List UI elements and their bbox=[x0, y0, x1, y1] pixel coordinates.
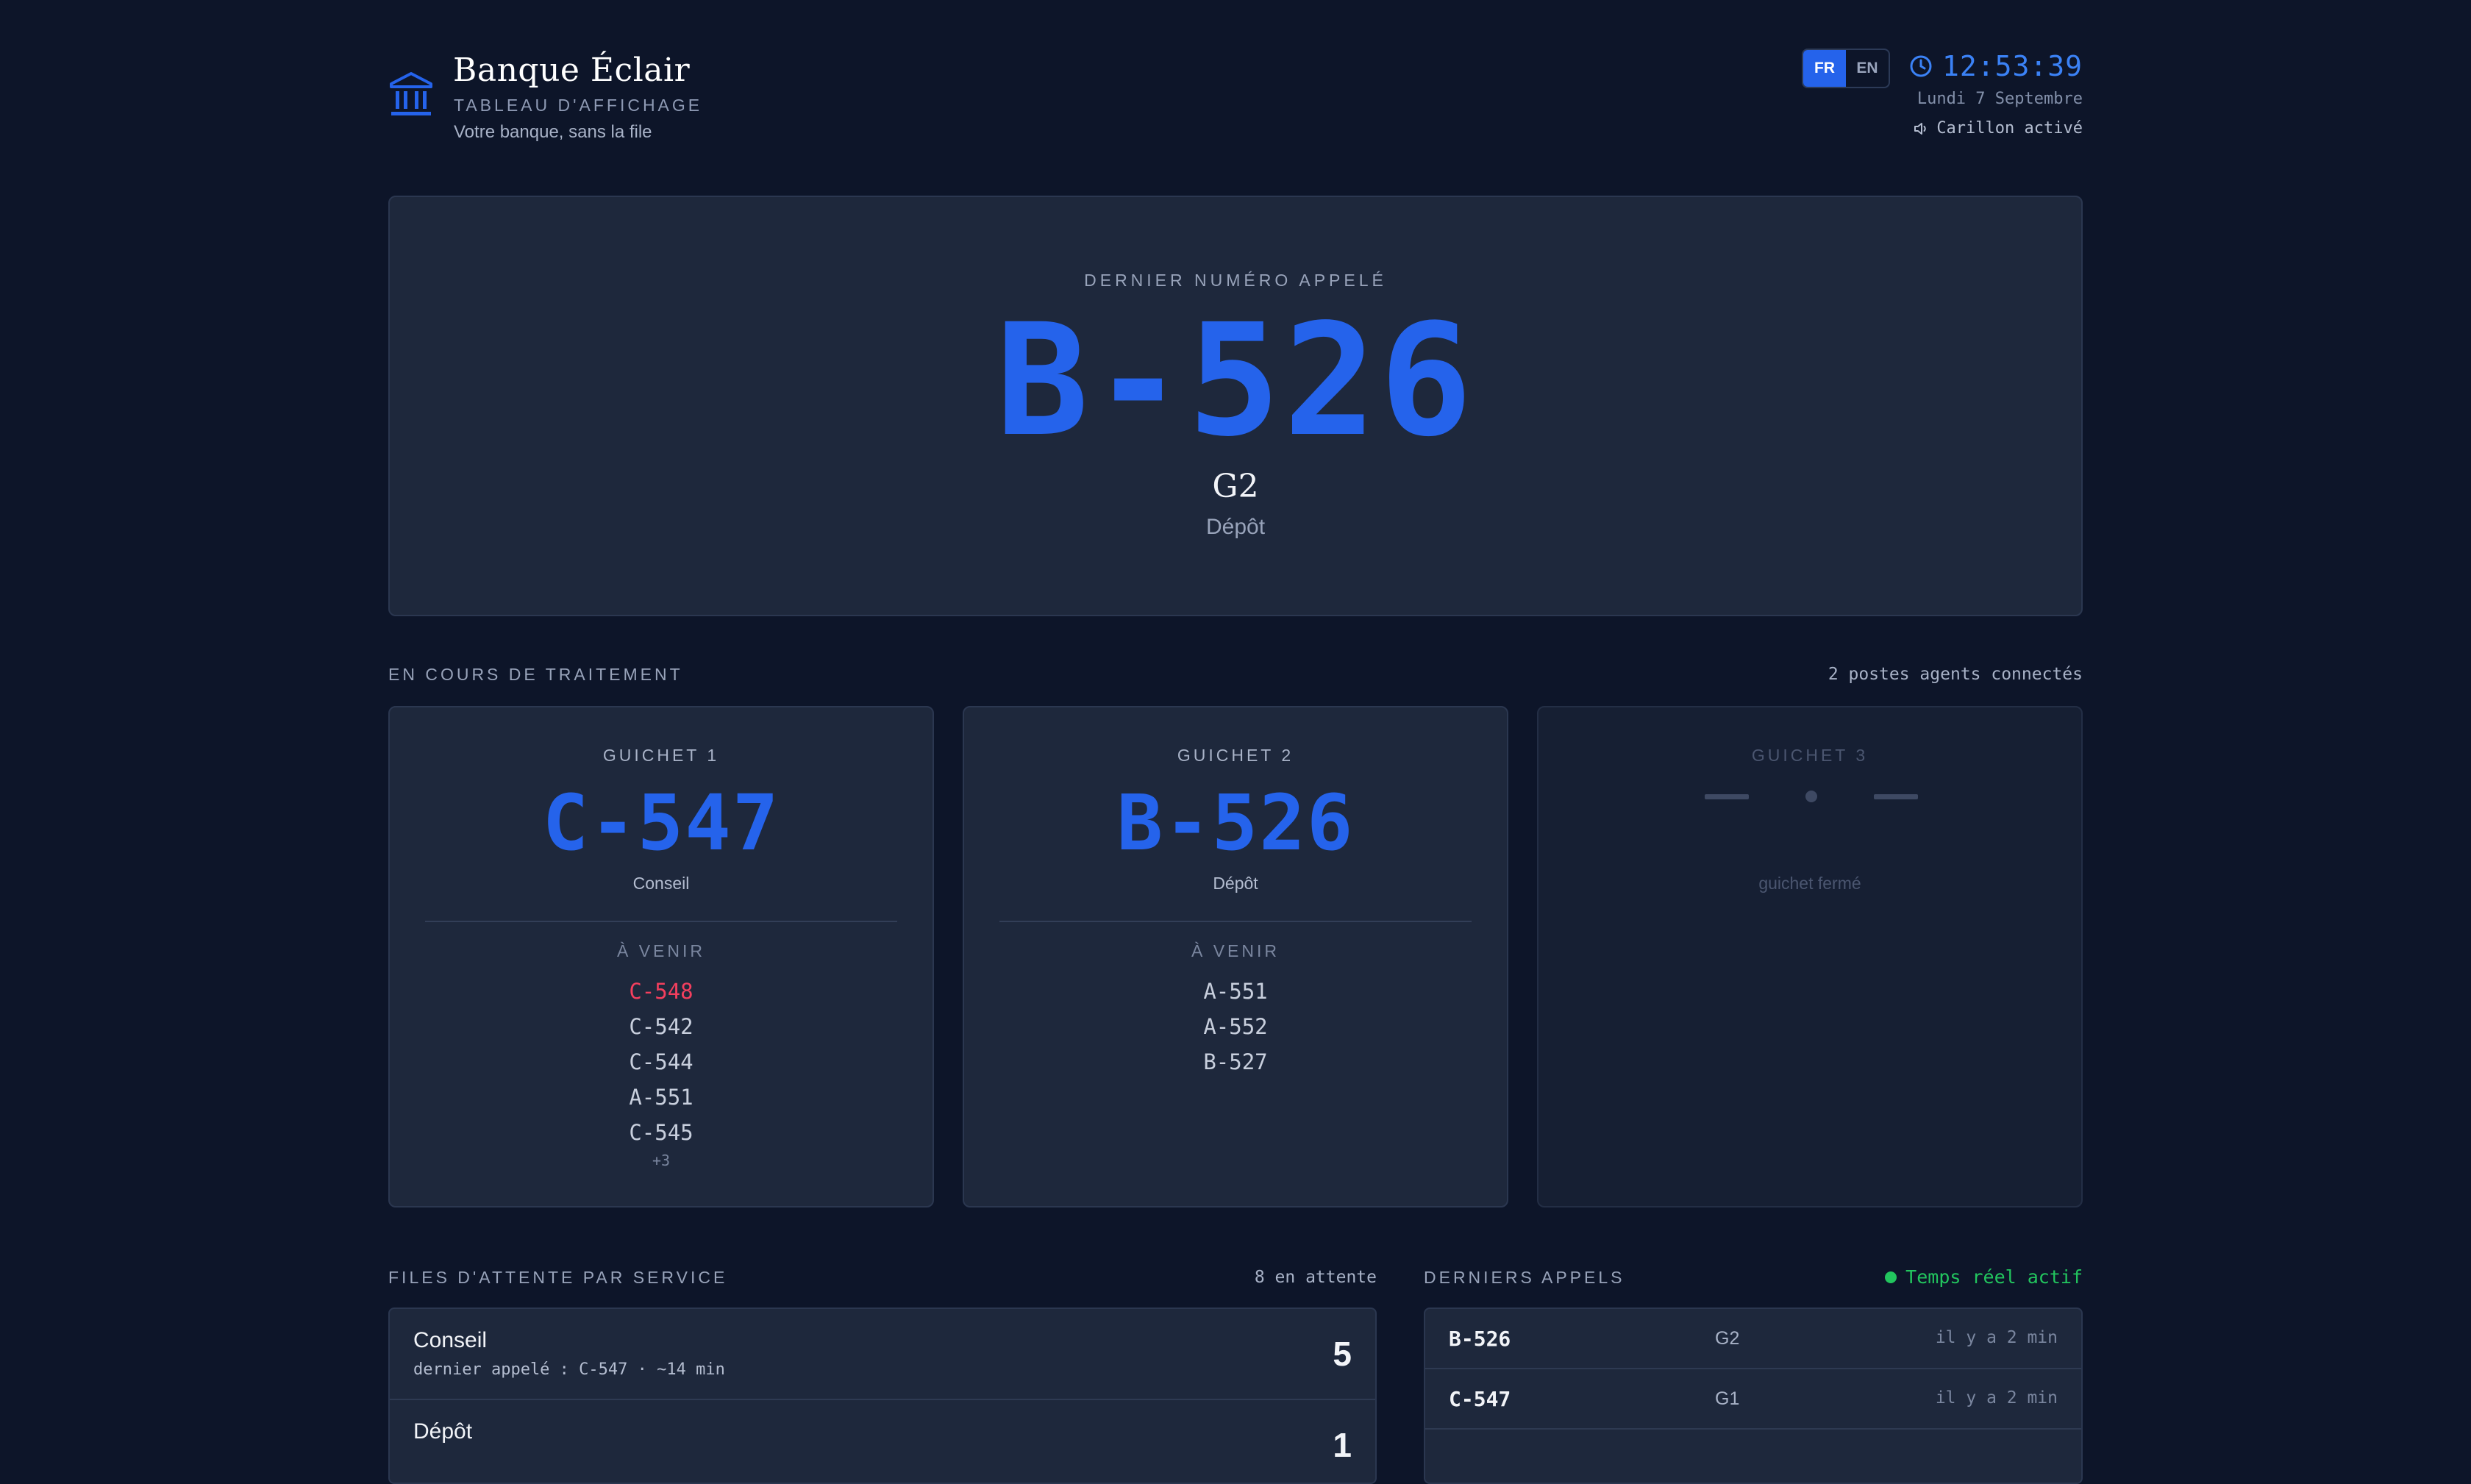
call-time: il y a 2 min bbox=[1935, 1328, 2058, 1347]
call-counter: G2 bbox=[1715, 1328, 1740, 1349]
last-called-service: Dépôt bbox=[1205, 515, 1266, 539]
call-number: C-547 bbox=[1449, 1387, 1511, 1411]
last-called-panel: DERNIER NUMÉRO APPELÉ B-526 G2 Dépôt bbox=[388, 196, 2083, 616]
counter-service: Dépôt bbox=[1213, 874, 1258, 893]
upcoming-ticket: A-552 bbox=[1203, 1014, 1268, 1039]
call-row bbox=[1425, 1430, 2081, 1483]
upcoming-ticket: C-548 bbox=[629, 979, 693, 1004]
counter-label: GUICHET 2 bbox=[1177, 746, 1294, 765]
upcoming-ticket: B-527 bbox=[1203, 1049, 1268, 1074]
last-called-counter: G2 bbox=[1212, 468, 1259, 505]
queue-service-name: Conseil bbox=[413, 1328, 488, 1352]
call-number: B-526 bbox=[1449, 1327, 1511, 1351]
upcoming-ticket: A-551 bbox=[629, 1085, 693, 1110]
brand-subtitle: TABLEAU D'AFFICHAGE bbox=[454, 96, 703, 115]
queue-meta: dernier appelé : C-547 · ~14 min bbox=[413, 1360, 725, 1379]
call-row: B-526 G2 il y a 2 min bbox=[1425, 1309, 2081, 1369]
queues-panel: Conseil dernier appelé : C-547 · ~14 min… bbox=[388, 1308, 1377, 1484]
language-en-button[interactable]: EN bbox=[1846, 50, 1889, 87]
divider bbox=[425, 921, 897, 922]
clock-time: 12:53:39 bbox=[1942, 50, 2083, 82]
queue-row: Dépôt 1 bbox=[390, 1400, 1375, 1483]
counter-current-number: C-547 bbox=[542, 778, 780, 868]
agents-connected: 2 postes agents connectés bbox=[1828, 665, 2083, 684]
language-switch: FR EN bbox=[1802, 49, 1890, 88]
upcoming-ticket: C-544 bbox=[629, 1049, 693, 1074]
language-fr-button[interactable]: FR bbox=[1803, 50, 1846, 87]
counter-label: GUICHET 1 bbox=[602, 746, 720, 765]
chime-toggle[interactable]: Carillon activé bbox=[1913, 119, 2083, 138]
counter-current-number: B-526 bbox=[1116, 778, 1355, 868]
last-called-number: B-526 bbox=[995, 290, 1476, 471]
live-dot-icon bbox=[1885, 1271, 1897, 1283]
upcoming-ticket: C-545 bbox=[629, 1120, 693, 1145]
queue-count: 5 bbox=[1333, 1335, 1352, 1373]
chime-label: Carillon activé bbox=[1936, 119, 2083, 138]
call-row: C-547 G1 il y a 2 min bbox=[1425, 1369, 2081, 1430]
queue-count: 1 bbox=[1333, 1426, 1352, 1464]
upcoming-ticket: C-542 bbox=[629, 1014, 693, 1039]
call-counter: G1 bbox=[1715, 1388, 1740, 1409]
live-label: Temps réel actif bbox=[1905, 1266, 2083, 1288]
counter-label: GUICHET 3 bbox=[1751, 746, 1869, 765]
clock: 12:53:39 bbox=[1908, 50, 2083, 82]
brand-tagline: Votre banque, sans la file bbox=[454, 122, 652, 142]
call-time: il y a 2 min bbox=[1935, 1388, 2058, 1408]
counter-service: Conseil bbox=[632, 874, 690, 893]
last-called-label: DERNIER NUMÉRO APPELÉ bbox=[1084, 271, 1387, 290]
brand-title: Banque Éclair bbox=[453, 51, 691, 89]
queues-total: 8 en attente bbox=[1254, 1268, 1377, 1287]
bank-icon bbox=[390, 72, 432, 115]
live-indicator: Temps réel actif bbox=[1885, 1266, 2083, 1288]
closed-placeholder-icon bbox=[1705, 791, 1918, 802]
upcoming-label: À VENIR bbox=[616, 941, 706, 960]
processing-section-label: EN COURS DE TRAITEMENT bbox=[388, 665, 683, 684]
upcoming-list: C-548 C-542 C-544 A-551 C-545 +3 bbox=[390, 974, 933, 1169]
upcoming-ticket: A-551 bbox=[1203, 979, 1268, 1004]
queue-row: Conseil dernier appelé : C-547 · ~14 min… bbox=[390, 1309, 1375, 1400]
speaker-icon bbox=[1914, 122, 1927, 135]
counter-card-2: GUICHET 2 B-526 Dépôt À VENIR A-551 A-55… bbox=[963, 706, 1508, 1207]
header: Banque Éclair TABLEAU D'AFFICHAGE Votre … bbox=[388, 49, 2083, 151]
queues-section-label: FILES D'ATTENTE PAR SERVICE bbox=[388, 1268, 728, 1287]
clock-icon bbox=[1910, 55, 1932, 77]
upcoming-more-count: +3 bbox=[652, 1152, 671, 1169]
calls-section-label: DERNIERS APPELS bbox=[1424, 1268, 1625, 1287]
calls-panel: B-526 G2 il y a 2 min C-547 G1 il y a 2 … bbox=[1424, 1308, 2083, 1484]
counter-status: guichet fermé bbox=[1758, 874, 1861, 893]
divider bbox=[999, 921, 1472, 922]
queue-service-name: Dépôt bbox=[413, 1419, 473, 1444]
counter-card-1: GUICHET 1 C-547 Conseil À VENIR C-548 C-… bbox=[388, 706, 934, 1207]
upcoming-list: A-551 A-552 B-527 bbox=[964, 974, 1507, 1080]
upcoming-label: À VENIR bbox=[1191, 941, 1280, 960]
counter-card-3: GUICHET 3 guichet fermé bbox=[1537, 706, 2083, 1207]
clock-date: Lundi 7 Septembre bbox=[1916, 90, 2083, 108]
